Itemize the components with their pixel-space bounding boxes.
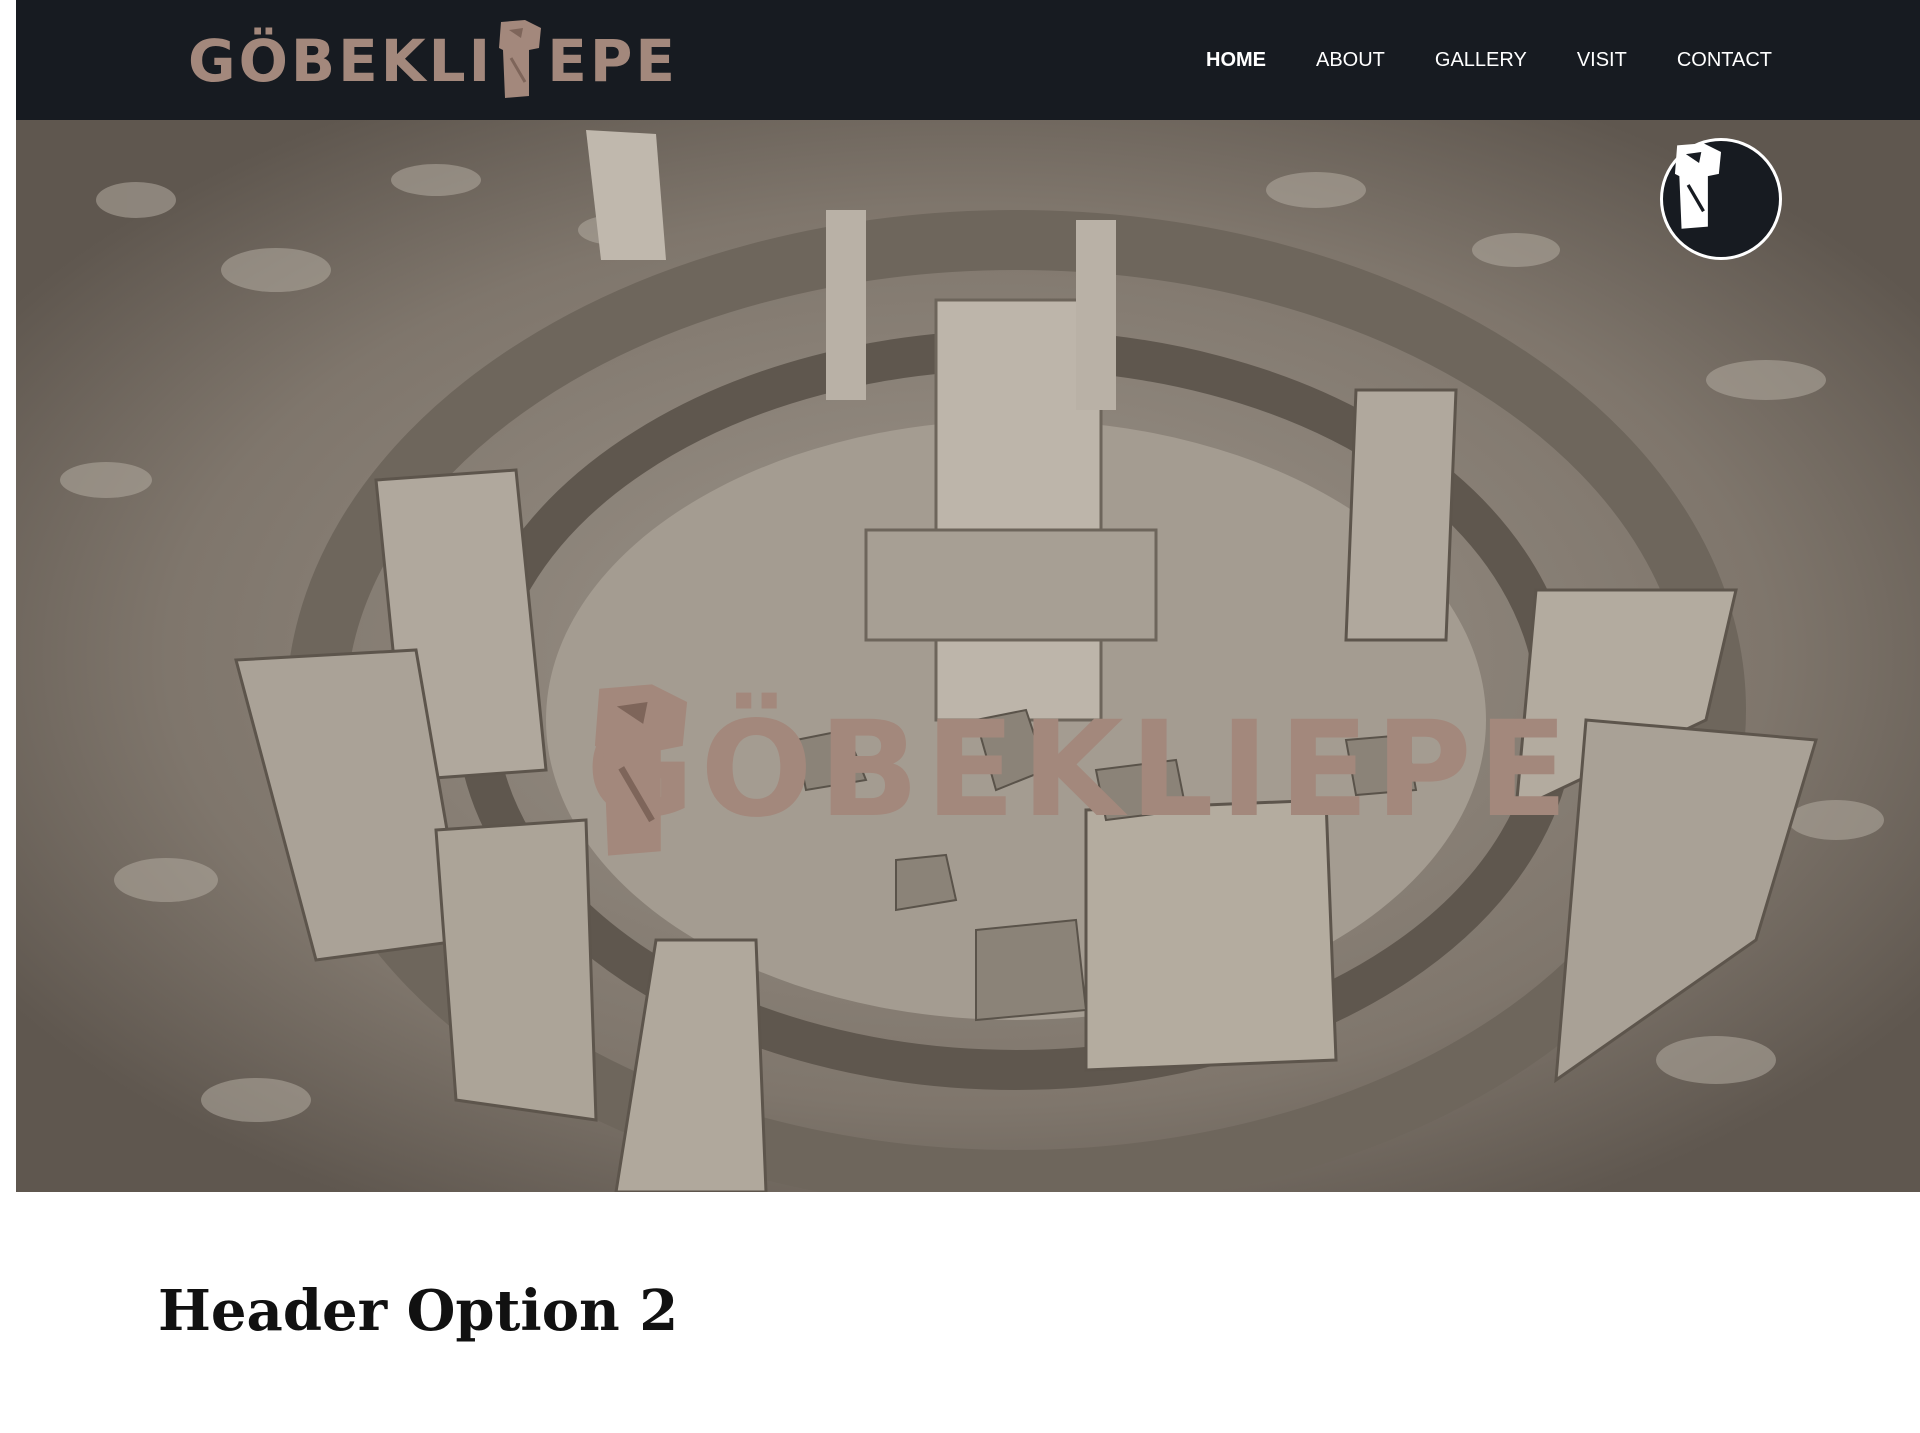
hero-banner: GÖBEKLI EPE xyxy=(16,120,1920,1192)
hero-site-photo xyxy=(16,120,1920,1192)
main-nav: HOME ABOUT GALLERY VISIT CONTACT xyxy=(1206,0,1822,120)
nav-visit[interactable]: VISIT xyxy=(1577,49,1627,72)
logo-wordmark-left: GÖBEKLI xyxy=(188,27,494,95)
nav-gallery[interactable]: GALLERY xyxy=(1435,49,1527,72)
pillar-icon xyxy=(495,18,545,105)
hero-logo: GÖBEKLI EPE xyxy=(586,680,1574,860)
logo-wordmark-right: EPE xyxy=(547,27,678,95)
pillar-badge[interactable] xyxy=(1660,138,1782,260)
nav-about[interactable]: ABOUT xyxy=(1316,49,1385,72)
site-header: GÖBEKLI EPE HOME ABOUT GALLERY VISIT CON… xyxy=(16,0,1920,120)
section-title: Header Option 2 xyxy=(158,1278,679,1344)
nav-contact[interactable]: CONTACT xyxy=(1677,49,1772,72)
hero-wordmark-right: EPE xyxy=(1278,693,1574,847)
nav-home[interactable]: HOME xyxy=(1206,49,1266,72)
site-logo[interactable]: GÖBEKLI EPE xyxy=(188,18,678,104)
